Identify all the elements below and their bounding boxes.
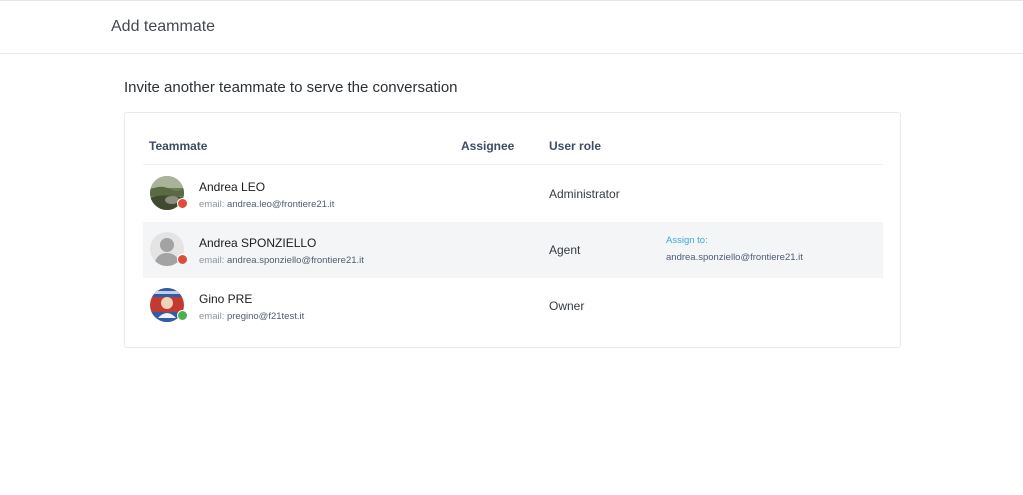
page-header: Add teammate — [0, 0, 1023, 54]
teammate-email: email: andrea.leo@frontiere21.it — [199, 199, 335, 210]
table-row[interactable]: Gino PRE email: pregino@f21test.it Owner — [143, 278, 883, 334]
user-role: Owner — [549, 299, 585, 313]
table-row[interactable]: Andrea SPONZIELLO email: andrea.sponziel… — [143, 222, 883, 278]
teammate-email: email: pregino@f21test.it — [199, 311, 305, 322]
teammate-name: Andrea SPONZIELLO — [199, 236, 317, 250]
assign-to-link[interactable]: Assign to: — [666, 235, 708, 246]
assign-to-email[interactable]: andrea.sponziello@frontiere21.it — [666, 252, 803, 263]
teammate-email: email: andrea.sponziello@frontiere21.it — [199, 255, 364, 266]
status-dot — [177, 310, 188, 321]
status-dot — [177, 198, 188, 209]
teammate-name: Andrea LEO — [199, 180, 266, 194]
column-header-role: User role — [549, 139, 602, 153]
page-subtitle: Invite another teammate to serve the con… — [124, 79, 458, 96]
teammates-card: Teammate Assignee User role Andrea LEO e… — [124, 112, 901, 348]
page-title: Add teammate — [111, 18, 216, 35]
teammate-name: Gino PRE — [199, 292, 253, 306]
column-header-assignee: Assignee — [461, 139, 515, 153]
table-header: Teammate Assignee User role — [143, 135, 883, 165]
column-header-teammate: Teammate — [149, 139, 208, 153]
user-role: Agent — [549, 243, 581, 257]
table-row[interactable]: Andrea LEO email: andrea.leo@frontiere21… — [143, 166, 883, 222]
status-dot — [177, 254, 188, 265]
user-role: Administrator — [549, 187, 620, 201]
